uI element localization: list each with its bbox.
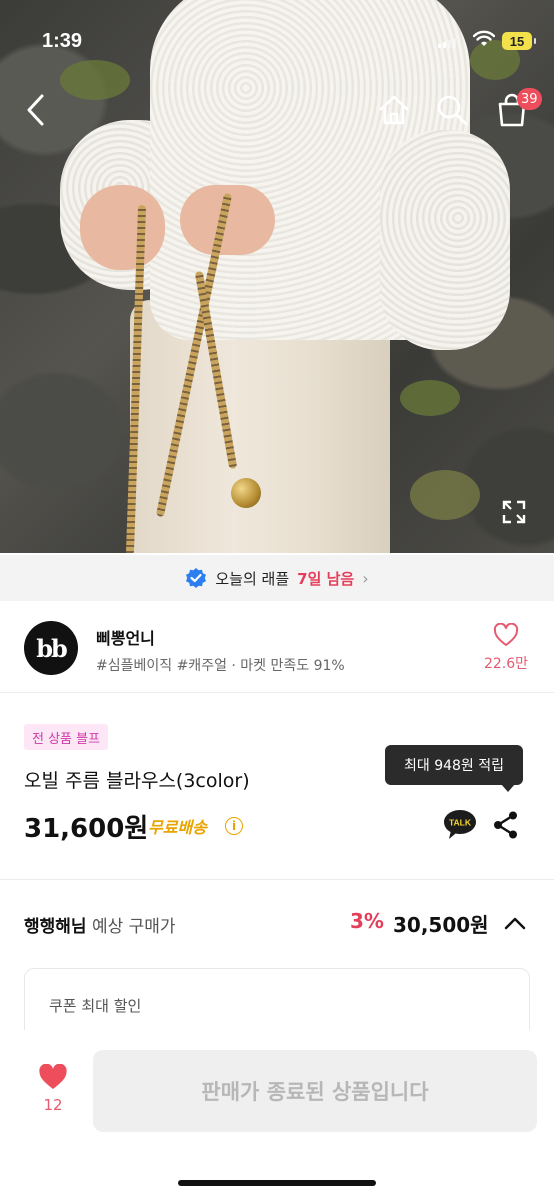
like-button[interactable]: 12 <box>30 1063 76 1114</box>
user-name: 행행해님 <box>24 917 87 937</box>
bottom-action-bar: 12 판매가 종료된 상품입니다 <box>0 1030 554 1200</box>
search-icon <box>437 95 468 126</box>
shop-favorite-count: 22.6만 <box>483 656 529 672</box>
kakao-talk-icon: TALK <box>444 810 476 839</box>
info-icon[interactable]: i <box>225 817 243 835</box>
reward-tooltip: 최대 948원 적립 <box>385 745 523 792</box>
like-count: 12 <box>43 1096 63 1114</box>
status-time: 1:39 <box>42 30 83 52</box>
shop-favorite-button[interactable]: 22.6만 <box>476 622 536 673</box>
home-indicator <box>178 1180 376 1186</box>
raffle-label: 오늘의 래플 <box>215 569 290 588</box>
product-price: 31,600원 <box>24 814 149 844</box>
product-photo[interactable] <box>0 0 554 553</box>
expected-price-label: 행행해님 예상 구매가 <box>24 912 176 937</box>
raffle-days-left: 7일 남음 <box>297 569 355 588</box>
kakao-talk-share-button[interactable]: TALK <box>442 808 478 842</box>
status-bar: 1:39 15 <box>0 0 554 80</box>
expected-price-caption: 예상 구매가 <box>91 917 176 937</box>
promo-badge: 전 상품 블프 <box>24 724 109 750</box>
cellular-signal-icon <box>438 38 456 48</box>
collapse-button[interactable] <box>500 908 530 938</box>
raffle-banner[interactable]: 오늘의 래플 7일 남음 › <box>0 555 554 601</box>
share-icon <box>494 811 517 839</box>
section-divider <box>0 879 554 880</box>
back-button[interactable] <box>14 88 58 132</box>
free-shipping-label: 무료배송 <box>148 818 207 837</box>
fullscreen-icon <box>502 500 526 524</box>
home-button[interactable] <box>372 88 416 132</box>
coupon-label: 쿠폰 최대 할인 <box>49 997 142 1015</box>
home-icon <box>379 95 409 125</box>
heart-filled-icon <box>39 1063 67 1089</box>
shop-logo[interactable]: bb <box>24 621 78 675</box>
shop-name[interactable]: 삐뽕언니 <box>96 625 155 649</box>
cart-count-badge: 39 <box>517 88 542 110</box>
verified-badge-icon <box>186 568 207 588</box>
share-button[interactable] <box>490 808 522 842</box>
expected-price: 30,500원 <box>393 913 489 937</box>
battery-indicator: 15 <box>502 32 536 50</box>
expected-discount: 3% <box>350 909 384 933</box>
sold-out-button[interactable]: 판매가 종료된 상품입니다 <box>93 1050 537 1132</box>
heart-outline-icon <box>493 622 519 646</box>
wifi-icon <box>473 30 495 46</box>
chevron-right-icon: › <box>362 568 369 588</box>
fullscreen-button[interactable] <box>496 494 532 530</box>
chevron-up-icon <box>504 917 526 930</box>
shop-tags: #심플베이직 #캐주얼 · 마켓 만족도 91% <box>96 658 345 674</box>
svg-text:TALK: TALK <box>449 818 472 828</box>
chevron-left-icon <box>27 94 44 126</box>
shop-row[interactable]: bb 삐뽕언니 #심플베이직 #캐주얼 · 마켓 만족도 91% 22.6만 <box>0 601 554 693</box>
product-title: 오빌 주름 블라우스(3color) <box>24 770 250 792</box>
search-button[interactable] <box>430 88 474 132</box>
